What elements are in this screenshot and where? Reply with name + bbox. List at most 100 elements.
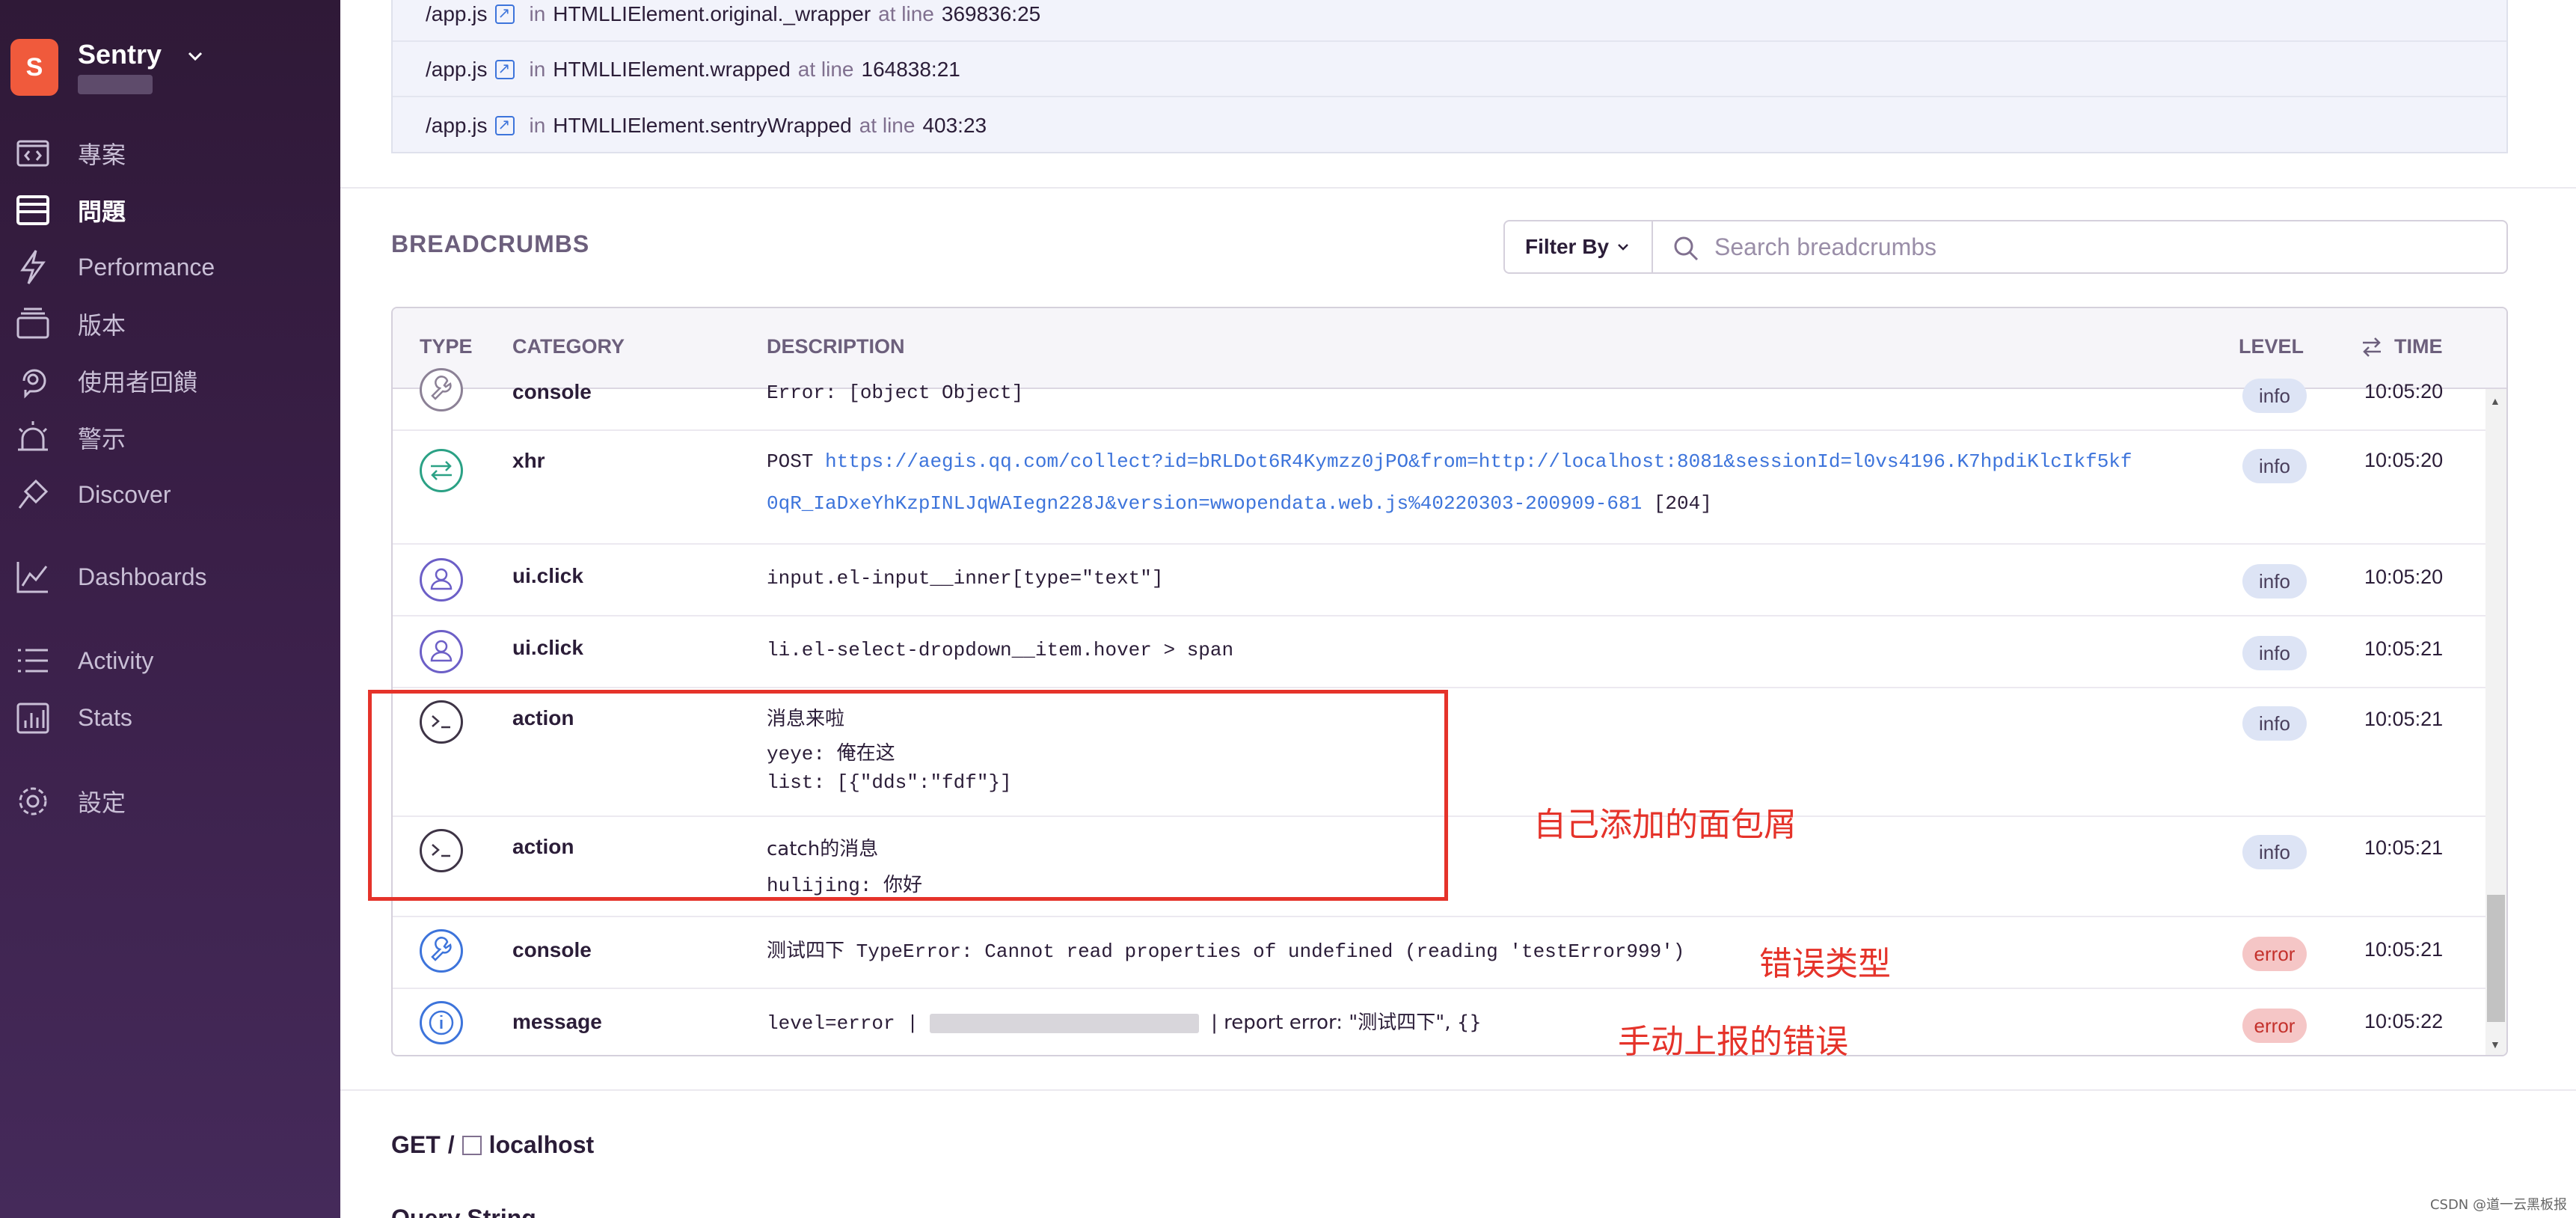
breadcrumb-row[interactable]: message level=error | | report error: "测… <box>393 989 2485 1055</box>
frame-line: 403:23 <box>922 114 987 137</box>
filter-by-button[interactable]: Filter By <box>1503 220 1653 274</box>
org-switcher[interactable]: S Sentry <box>10 39 325 99</box>
sidebar-item-performance[interactable]: Performance <box>0 242 340 292</box>
sidebar-item-issues[interactable]: 問題 <box>0 186 340 235</box>
sidebar-item-label: Activity <box>78 646 154 674</box>
sidebar-item-discover[interactable]: Discover <box>0 470 340 519</box>
sidebar-item-settings[interactable]: 設定 <box>0 777 340 826</box>
search-breadcrumbs[interactable] <box>1652 220 2508 274</box>
sidebar-item-label: 專案 <box>78 141 126 168</box>
request-host: localhost <box>488 1131 595 1158</box>
breadcrumb-category: xhr <box>512 449 545 472</box>
breadcrumb-category: console <box>512 938 592 961</box>
frame-in: in <box>529 114 546 137</box>
stack-frame[interactable]: /app.js in HTMLLIElement.wrapped at line… <box>393 43 2506 97</box>
breadcrumb-row[interactable]: ui.click input.el-input__inner[type="tex… <box>393 545 2485 616</box>
annotation-manual-report: 手动上报的错误 <box>1618 1023 1848 1061</box>
open-external-icon[interactable] <box>494 4 515 24</box>
frame-function: HTMLLIElement.sentryWrapped <box>553 114 852 137</box>
scrollbar-thumb[interactable] <box>2487 895 2505 1022</box>
filter-by-label: Filter By <box>1524 235 1610 258</box>
breadcrumb-time: 10:05:20 <box>2364 566 2444 588</box>
dashboards-icon <box>16 562 48 593</box>
annotation-highlight-box <box>368 690 1448 901</box>
breadcrumb-category: ui.click <box>512 564 583 587</box>
col-level: LEVEL <box>2239 335 2304 358</box>
org-name: Sentry <box>78 39 162 70</box>
breadcrumbs-table: TYPE CATEGORY DESCRIPTION LEVEL TIME con… <box>391 307 2508 1056</box>
breadcrumb-row[interactable]: console Error: [object Object] info 10:0… <box>393 368 2485 431</box>
frame-at: at line <box>797 58 854 81</box>
stats-icon <box>16 703 49 734</box>
error-text: TypeError: Cannot read properties of und… <box>856 940 1685 963</box>
org-subtitle-blurred <box>78 75 153 94</box>
level-badge: info <box>2242 449 2307 483</box>
org-avatar: S <box>10 39 58 96</box>
breadcrumb-row[interactable]: ui.click li.el-select-dropdown__item.hov… <box>393 616 2485 688</box>
sidebar-item-label: 使用者回饋 <box>78 369 198 396</box>
discover-icon <box>18 479 49 509</box>
breadcrumb-row[interactable]: xhr POST https://aegis.qq.com/collect?id… <box>393 431 2485 545</box>
request-method: GET <box>391 1131 441 1158</box>
frame-at: at line <box>878 2 934 25</box>
sidebar-item-label: 版本 <box>78 312 126 339</box>
http-method: POST <box>767 450 814 473</box>
swap-arrows-icon <box>420 449 463 492</box>
user-icon <box>420 630 463 673</box>
col-category: CATEGORY <box>512 335 625 358</box>
open-external-icon[interactable] <box>494 115 515 135</box>
open-external-icon[interactable] <box>494 59 515 79</box>
project-icon <box>16 140 49 167</box>
col-type: TYPE <box>420 335 473 358</box>
request-url[interactable]: https://aegis.qq.com/collect?id=bRLDot6R… <box>825 450 2132 473</box>
sort-arrows-icon[interactable] <box>2360 335 2384 359</box>
http-status: [204] <box>1653 492 1712 515</box>
query-string-title: Query String <box>391 1205 536 1218</box>
level-badge: info <box>2242 564 2307 599</box>
sidebar-item-label: Performance <box>78 253 215 281</box>
frame-file: /app.js <box>426 114 488 137</box>
breadcrumb-row[interactable]: console 测试四下 TypeError: Cannot read prop… <box>393 917 2485 989</box>
col-description: DESCRIPTION <box>767 335 905 358</box>
sidebar-item-releases[interactable]: 版本 <box>0 299 340 349</box>
section-divider <box>340 187 2576 189</box>
search-input[interactable] <box>1714 230 2462 263</box>
sidebar-item-feedback[interactable]: 使用者回饋 <box>0 356 340 406</box>
request-header: GET / localhost <box>391 1131 594 1159</box>
frame-file: /app.js <box>426 58 488 81</box>
sidebar-item-label: 警示 <box>78 426 126 453</box>
breadcrumb-category: message <box>512 1010 602 1033</box>
frame-in: in <box>529 2 546 25</box>
wrench-icon <box>420 929 463 973</box>
breadcrumbs-title: BREADCRUMBS <box>391 230 590 257</box>
open-external-icon[interactable] <box>461 1135 482 1155</box>
frame-in: in <box>529 58 546 81</box>
stack-frame[interactable]: /app.js in HTMLLIElement.original._wrapp… <box>393 0 2506 42</box>
chevron-down-icon <box>1618 244 1628 251</box>
issues-icon <box>16 195 49 225</box>
frame-line: 369836:25 <box>941 2 1041 25</box>
feedback-icon <box>22 369 46 399</box>
request-url-continued[interactable]: 0qR_IaDxeYhKzpINLJqWAIegn228J&version=ww… <box>767 492 1642 515</box>
sidebar-item-projects[interactable]: 專案 <box>0 129 340 178</box>
sidebar-item-label: 問題 <box>78 198 126 225</box>
frame-line: 164838:21 <box>861 58 960 81</box>
message-prefix: level=error | <box>767 1012 919 1035</box>
sidebar-item-dashboards[interactable]: Dashboards <box>0 552 340 602</box>
issue-detail-main: /app.js in HTMLLIElement.original._wrapp… <box>340 0 2576 1218</box>
stack-frame[interactable]: /app.js in HTMLLIElement.sentryWrapped a… <box>393 99 2506 153</box>
frame-file: /app.js <box>426 2 488 25</box>
scroll-down-arrow[interactable]: ▼ <box>2490 1038 2500 1050</box>
sidebar-item-activity[interactable]: Activity <box>0 636 340 685</box>
sidebar-item-label: Dashboards <box>78 563 207 590</box>
activity-icon <box>18 649 48 673</box>
scroll-up-arrow[interactable]: ▲ <box>2490 395 2500 407</box>
sidebar-item-alerts[interactable]: 警示 <box>0 413 340 462</box>
level-badge: error <box>2242 1009 2307 1043</box>
sidebar-item-label: 設定 <box>78 789 126 816</box>
sidebar-item-stats[interactable]: Stats <box>0 693 340 742</box>
breadcrumbs-scrollbar[interactable]: ▲ ▼ <box>2485 389 2506 1055</box>
redacted-text <box>930 1014 1200 1034</box>
search-icon <box>1674 236 1699 261</box>
header-edge <box>393 389 2485 395</box>
